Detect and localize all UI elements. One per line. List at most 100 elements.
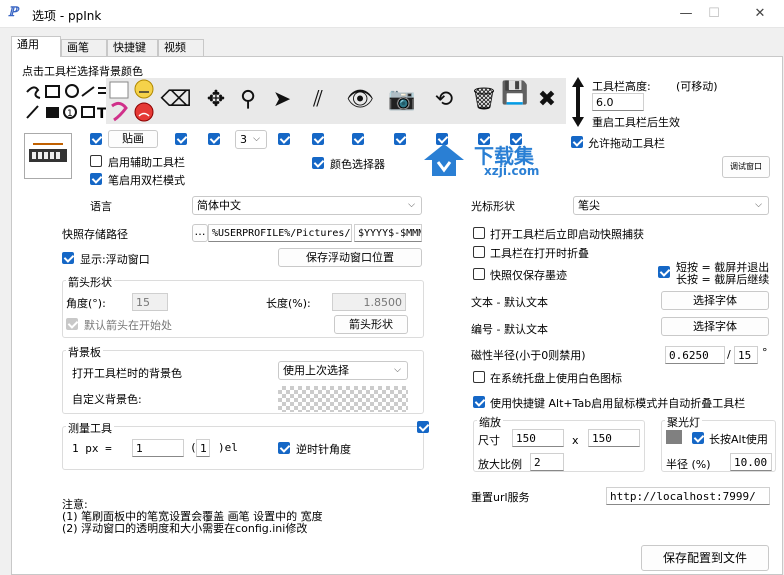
close-icon[interactable]: ✕ [747,4,773,24]
toolbar-height-label: 工具栏高度: [592,80,651,93]
color-picker-checkbox[interactable] [312,157,324,169]
arrow-length-label: 长度(%): [266,297,311,310]
show-float-checkbox[interactable] [62,252,74,264]
trash-icon[interactable]: 🗑 [468,86,500,114]
language-label: 语言 [90,200,112,213]
number-font-button[interactable]: 选择字体 [661,317,769,336]
toolbar-checkbox-5[interactable] [312,133,324,145]
palette-button[interactable]: 贴画 [108,130,158,148]
cursor-icon[interactable]: ➤ [266,86,298,114]
spotlight-radius-input[interactable]: 10.00 [730,453,772,471]
px-label: 1 px = [72,442,112,455]
clockwise-label: 逆时针角度 [296,443,351,456]
cursor-value: 笔尖 [578,199,600,212]
undo-icon[interactable]: ⟲ [428,86,460,114]
custom-bg-swatch[interactable] [278,386,408,412]
measure-value-input[interactable]: 1 [132,439,184,457]
title-bar [0,0,784,28]
snapshot-pattern-input[interactable]: $YYYY$-$MMM [354,224,422,242]
background-open-select[interactable]: 使用上次选择 ⌵ [278,361,408,380]
toolbar-checkbox-3[interactable] [208,133,220,145]
snapshot-only-checkbox[interactable] [473,268,485,280]
toolbar-checkbox-1[interactable] [90,133,102,145]
save-icon[interactable]: 💾 [500,80,530,108]
toolbar-thumbnail-icon [29,143,67,162]
tab-hotkeys[interactable]: 快捷键 [107,39,158,56]
enable-aux-label: 启用辅助工具栏 [108,156,185,169]
background-open-value: 使用上次选择 [283,364,349,377]
minimize-icon[interactable]: — [673,4,699,24]
tray-white-label: 在系统托盘上使用白色图标 [490,372,622,385]
cursor-select[interactable]: 笔尖 ⌵ [573,196,769,215]
dual-mode-label: 笔启用双栏模式 [108,174,185,187]
toolbar-checkbox-6[interactable] [352,133,364,145]
zoom-ratio-label: 放大比例 [478,458,522,471]
snapshot-path-input[interactable]: %USERPROFILE%/Pictures/i [208,224,352,242]
allow-drag-label: 允许拖动工具栏 [588,137,665,150]
language-select[interactable]: 简体中文 ⌵ [192,196,422,215]
zoom-x: x [572,434,579,447]
enable-aux-checkbox[interactable] [90,155,102,167]
toolbar-height-input[interactable]: 6.0 [592,93,644,111]
lines-icon[interactable]: ⫽ [302,86,334,114]
window-title: 选项 - ppInk [32,9,102,23]
toolbar-checkbox-7[interactable] [394,133,406,145]
open-snapshot-checkbox[interactable] [473,227,485,239]
svg-text:1: 1 [67,109,73,119]
measure-checkbox[interactable] [417,421,429,433]
eye-icon[interactable]: 👁 [344,86,376,114]
debug-window-button[interactable]: 调试窗口 [722,156,770,178]
watermark-url: xzji.com [484,164,540,178]
measure-unit-input[interactable]: 1 [196,439,210,457]
arrow-shape-button[interactable]: 箭头形状 [334,315,408,334]
background-group-title: 背景板 [66,344,103,360]
default-start-checkbox[interactable] [66,318,78,330]
cursor-label: 光标形状 [471,200,515,213]
tab-pen[interactable]: 画笔 [61,39,107,56]
hold-alt-checkbox[interactable] [692,432,704,444]
toolbar-checkbox-2[interactable] [175,133,187,145]
camera-icon[interactable]: 📷 [386,86,418,114]
alt-tab-checkbox[interactable] [473,396,485,408]
browse-button[interactable]: … [192,224,208,242]
save-float-position-button[interactable]: 保存浮动窗口位置 [278,248,422,267]
color-picker-label: 颜色选择器 [330,158,385,171]
reset-url-label: 重置url服务 [471,491,530,504]
zoom-size-label: 尺寸 [478,434,500,447]
arrow-angle-input[interactable]: 15 [132,293,168,311]
zoom-group-title: 缩放 [477,414,503,430]
clockwise-checkbox[interactable] [278,442,290,454]
move-icon[interactable]: ✥ [200,86,232,114]
reset-url-input[interactable]: http://localhost:7999/ [606,487,770,505]
dual-mode-checkbox[interactable] [90,173,102,185]
default-start-label: 默认箭头在开始处 [84,319,172,332]
eraser-icon[interactable]: ⌫ [160,86,192,114]
magnet-icon[interactable]: ⚲ [232,86,264,114]
tray-white-checkbox[interactable] [473,371,485,383]
close-toolbar-icon[interactable]: ✖ [532,86,562,114]
zoom-height-input[interactable]: 150 [588,429,640,447]
emoji-palette[interactable] [106,78,156,124]
count-select[interactable]: 3 ⌵ [235,130,267,149]
restart-note: 重启工具栏后生效 [592,116,680,129]
text-font-button[interactable]: 选择字体 [661,291,769,310]
zoom-width-input[interactable]: 150 [512,429,564,447]
allow-drag-checkbox[interactable] [571,136,583,148]
measure-group-title: 测量工具 [66,420,114,436]
zoom-ratio-input[interactable]: 2 [530,453,564,471]
toolbar-thumbnail[interactable] [24,133,72,179]
magnet-radius-input[interactable]: 0.6250 [665,346,725,364]
arrow-angle-label: 角度(°): [66,297,106,310]
tab-general[interactable]: 通用 [11,36,61,57]
toolbar-checkbox-4[interactable] [278,133,290,145]
show-float-label: 显示:浮动窗口 [80,253,150,266]
save-config-button[interactable]: 保存配置到文件 [641,545,769,571]
spotlight-color-swatch[interactable] [666,430,682,444]
maximize-icon[interactable]: ☐ [701,4,727,24]
count-value: 3 [240,133,247,146]
press-mode-checkbox[interactable] [658,266,670,278]
tab-video[interactable]: 视频 [158,39,204,56]
magnet-angle-input[interactable]: 15 [734,346,758,364]
arrow-length-input[interactable]: 1.8500 [332,293,406,311]
fold-toolbar-checkbox[interactable] [473,246,485,258]
